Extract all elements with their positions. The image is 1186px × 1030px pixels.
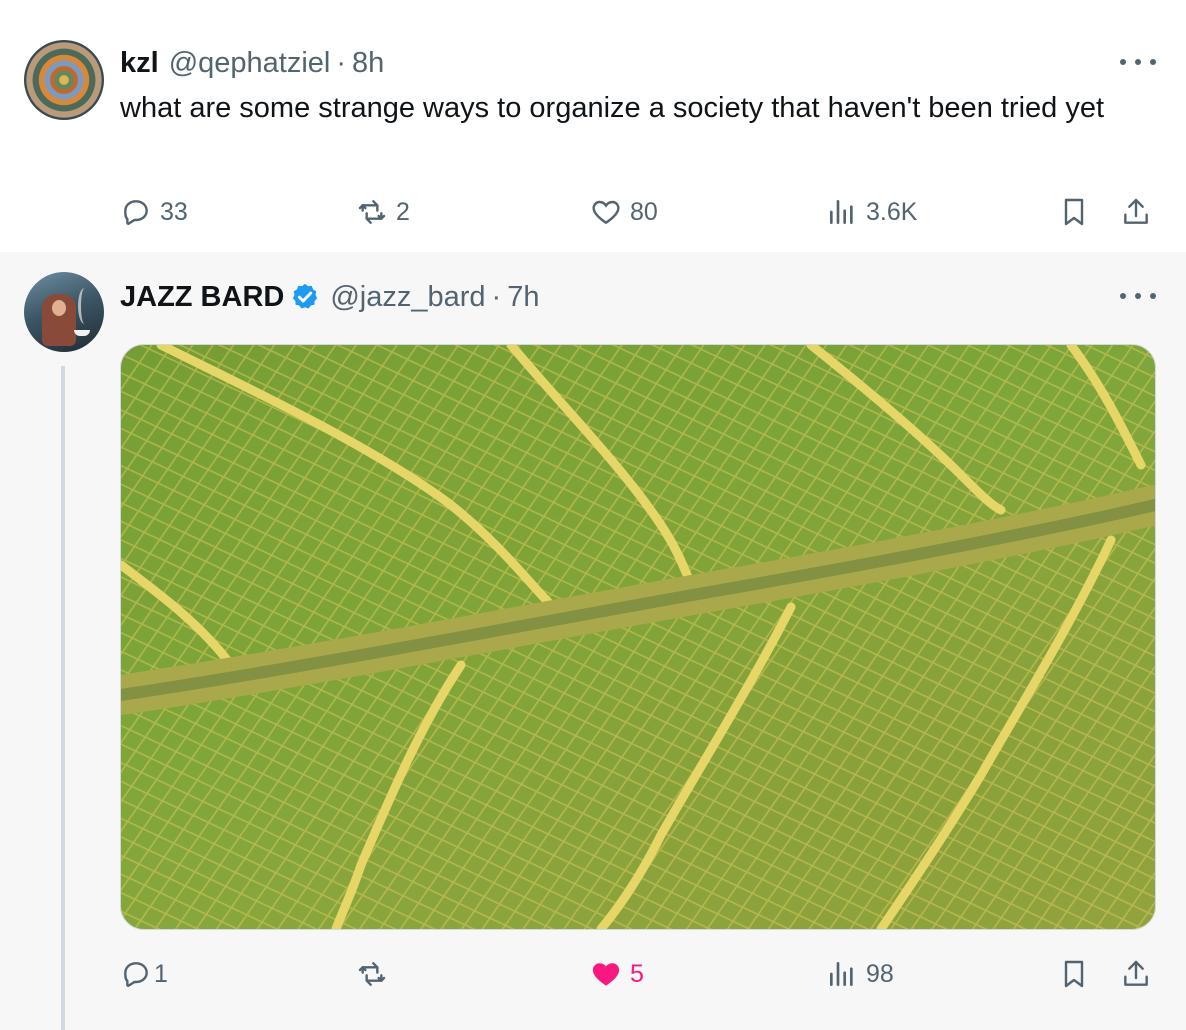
action-bar: 33 2 80 3.6K	[0, 192, 1186, 232]
avatar[interactable]	[24, 40, 104, 120]
tweet-header: kzl @qephatziel · 8h	[120, 44, 384, 82]
tweet-header: JAZZ BARD @jazz_bard · 7h	[120, 278, 539, 316]
repost-button[interactable]: 2	[356, 192, 410, 232]
share-button[interactable]	[1120, 954, 1152, 994]
leaf-veins-image	[121, 345, 1155, 929]
reply-icon	[124, 962, 148, 987]
avatar[interactable]	[24, 272, 104, 352]
timestamp[interactable]: 7h	[507, 281, 539, 314]
repost-icon	[358, 200, 386, 224]
views-count: 3.6K	[866, 197, 918, 226]
like-button[interactable]: 5	[590, 954, 644, 994]
repost-count: 2	[396, 197, 410, 226]
reply-count: 33	[160, 197, 188, 226]
like-icon	[592, 200, 620, 225]
reply-button[interactable]: 33	[120, 192, 188, 232]
timestamp[interactable]: 8h	[352, 47, 384, 80]
more-icon[interactable]	[1120, 52, 1156, 72]
verified-badge-icon	[290, 282, 320, 312]
share-button[interactable]	[1120, 192, 1152, 232]
bookmark-button[interactable]	[1058, 954, 1090, 994]
views-icon	[830, 962, 853, 986]
like-icon	[592, 963, 620, 986]
repost-icon	[358, 962, 386, 986]
tweet-image[interactable]	[120, 344, 1156, 930]
separator-dot: ·	[491, 280, 502, 313]
reply-icon	[124, 200, 148, 225]
bookmark-icon	[1064, 960, 1084, 988]
tweet-original[interactable]: kzl @qephatziel · 8h what are some stran…	[0, 0, 1186, 252]
author-name[interactable]: JAZZ BARD	[120, 281, 284, 314]
like-count: 5	[630, 959, 644, 988]
author-name[interactable]: kzl	[120, 47, 159, 80]
views-button[interactable]: 98	[826, 954, 894, 994]
views-count: 98	[866, 959, 894, 988]
share-icon	[1124, 960, 1148, 986]
reply-button[interactable]: 1	[120, 954, 168, 994]
views-icon	[830, 200, 853, 224]
repost-button[interactable]	[356, 954, 388, 994]
like-count: 80	[630, 197, 658, 226]
bookmark-button[interactable]	[1058, 192, 1090, 232]
author-handle[interactable]: @jazz_bard	[330, 281, 485, 314]
like-button[interactable]: 80	[590, 192, 658, 232]
action-bar: 1 5 98	[0, 954, 1186, 994]
bookmark-icon	[1064, 198, 1084, 226]
separator-dot: ·	[336, 46, 347, 79]
share-icon	[1124, 198, 1148, 224]
author-handle[interactable]: @qephatziel	[169, 47, 331, 80]
more-icon[interactable]	[1120, 286, 1156, 306]
views-button[interactable]: 3.6K	[826, 192, 917, 232]
reply-count: 1	[154, 959, 168, 988]
tweet-text: what are some strange ways to organize a…	[120, 92, 1105, 124]
thread-line	[61, 366, 65, 1030]
